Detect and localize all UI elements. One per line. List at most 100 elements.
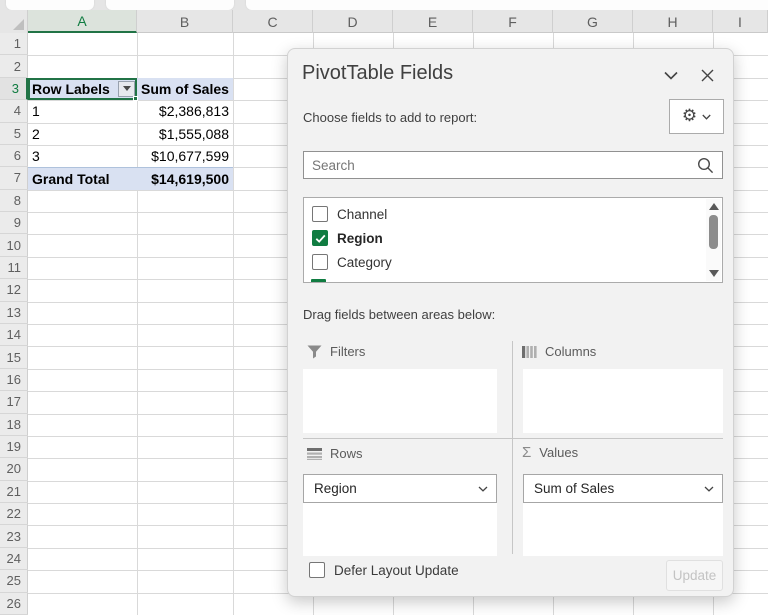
- panel-title: PivotTable Fields: [302, 62, 453, 85]
- column-header-A[interactable]: A: [28, 10, 137, 33]
- funnel-icon: [307, 345, 322, 359]
- row-header-14[interactable]: 14: [0, 324, 28, 346]
- field-item-label: Region: [337, 231, 383, 246]
- rows-icon: [307, 448, 322, 460]
- row-header-8[interactable]: 8: [0, 190, 28, 212]
- pivot-row-label[interactable]: 2: [28, 123, 137, 145]
- checkbox-checked-icon[interactable]: [312, 230, 328, 246]
- row-labels-filter-button[interactable]: [118, 81, 135, 97]
- pivot-grand-total-value[interactable]: $14,619,500: [137, 167, 233, 189]
- row-header-1[interactable]: 1: [0, 33, 28, 55]
- chevron-down-icon: [664, 71, 678, 80]
- row-header-5[interactable]: 5: [0, 123, 28, 145]
- column-header-I[interactable]: I: [713, 10, 768, 33]
- row-header-9[interactable]: 9: [0, 212, 28, 234]
- row-header-10[interactable]: 10: [0, 234, 28, 256]
- columns-drop-area[interactable]: [523, 369, 723, 433]
- row-header-25[interactable]: 25: [0, 570, 28, 592]
- scrollbar-thumb[interactable]: [709, 215, 718, 249]
- choose-fields-label: Choose fields to add to report:: [303, 110, 477, 125]
- row-header-17[interactable]: 17: [0, 391, 28, 413]
- chevron-down-icon: [704, 486, 714, 492]
- pivot-row-value[interactable]: $1,555,088: [137, 123, 233, 145]
- row-header-24[interactable]: 24: [0, 548, 28, 570]
- row-header-16[interactable]: 16: [0, 369, 28, 391]
- filter-caret-icon: [123, 86, 131, 91]
- areas-horizontal-divider: [303, 438, 723, 439]
- field-list[interactable]: Category Region Channel: [303, 197, 723, 283]
- field-item-category[interactable]: Category: [304, 250, 702, 274]
- row-header-11[interactable]: 11: [0, 257, 28, 279]
- filters-drop-area[interactable]: [303, 369, 497, 433]
- pivot-header-row-labels[interactable]: Row Labels: [28, 78, 137, 100]
- row-header-20[interactable]: 20: [0, 458, 28, 480]
- update-button[interactable]: Update: [666, 560, 723, 591]
- column-header-F[interactable]: F: [473, 10, 553, 33]
- pivot-row-label[interactable]: 3: [28, 145, 137, 167]
- scroll-down-icon[interactable]: [709, 270, 719, 277]
- checkbox-icon[interactable]: [312, 206, 328, 222]
- areas-vertical-divider: [512, 341, 513, 554]
- field-item-region[interactable]: Region: [304, 226, 702, 250]
- row-header-12[interactable]: 12: [0, 279, 28, 301]
- close-icon: [701, 69, 714, 82]
- column-header-G[interactable]: G: [553, 10, 633, 33]
- gear-icon: ⚙: [682, 108, 697, 125]
- field-item-channel[interactable]: Channel: [304, 202, 702, 226]
- chevron-down-icon: [702, 114, 711, 120]
- pivot-grand-total-label[interactable]: Grand Total: [28, 167, 137, 189]
- sigma-icon: Σ: [522, 445, 531, 460]
- tools-button[interactable]: ⚙: [669, 99, 724, 134]
- row-header-13[interactable]: 13: [0, 302, 28, 324]
- checkbox-icon[interactable]: [312, 254, 328, 270]
- column-header-row: ABCDEFGHI: [0, 10, 768, 33]
- chevron-down-icon: [478, 486, 488, 492]
- row-header-19[interactable]: 19: [0, 436, 28, 458]
- column-header-E[interactable]: E: [393, 10, 473, 33]
- defer-layout-row: Defer Layout Update: [309, 562, 459, 578]
- row-header-6[interactable]: 6: [0, 145, 28, 167]
- rows-area-label: Rows: [307, 446, 363, 461]
- select-all-corner[interactable]: [0, 10, 28, 33]
- row-header-7[interactable]: 7: [0, 167, 28, 189]
- values-area-label: Σ Values: [522, 445, 578, 460]
- pivottable-fields-panel: PivotTable Fields Choose fields to add t…: [287, 48, 734, 597]
- field-list-scrollbar[interactable]: [706, 199, 721, 281]
- row-header-3[interactable]: 3: [0, 78, 28, 100]
- pivot-header-sum-of-sales[interactable]: Sum of Sales: [137, 78, 233, 100]
- columns-area-label: Columns: [522, 344, 596, 359]
- row-header-4[interactable]: 4: [0, 100, 28, 122]
- column-header-B[interactable]: B: [137, 10, 233, 33]
- values-field-sum-of-sales[interactable]: Sum of Sales: [523, 474, 723, 503]
- search-box: [303, 151, 723, 179]
- pivot-row-label[interactable]: 1: [28, 100, 137, 122]
- row-header-26[interactable]: 26: [0, 593, 28, 615]
- search-input[interactable]: [304, 158, 697, 173]
- defer-checkbox[interactable]: [309, 562, 325, 578]
- row-number-column: 1234567891011121314151617181920212223242…: [0, 33, 28, 615]
- field-item-label: Channel: [337, 207, 387, 222]
- search-icon[interactable]: [697, 157, 714, 174]
- row-header-15[interactable]: 15: [0, 346, 28, 368]
- columns-icon: [522, 346, 537, 358]
- panel-options-button[interactable]: [660, 64, 682, 86]
- drag-hint-label: Drag fields between areas below:: [303, 307, 495, 322]
- pivot-row-value[interactable]: $10,677,599: [137, 145, 233, 167]
- filters-area-label: Filters: [307, 344, 365, 359]
- column-header-H[interactable]: H: [633, 10, 713, 33]
- rows-field-region[interactable]: Region: [303, 474, 497, 503]
- column-header-C[interactable]: C: [233, 10, 313, 33]
- row-header-22[interactable]: 22: [0, 503, 28, 525]
- field-item-label: Category: [337, 255, 392, 270]
- row-header-2[interactable]: 2: [0, 55, 28, 77]
- excel-window: Row LabelsSum of Sales1$2,386,8132$1,555…: [0, 0, 768, 615]
- panel-close-button[interactable]: [696, 64, 718, 86]
- scroll-up-icon[interactable]: [709, 203, 719, 210]
- defer-label: Defer Layout Update: [334, 563, 459, 578]
- row-header-23[interactable]: 23: [0, 525, 28, 547]
- pivot-row-value[interactable]: $2,386,813: [137, 100, 233, 122]
- column-header-D[interactable]: D: [313, 10, 393, 33]
- row-header-21[interactable]: 21: [0, 481, 28, 503]
- row-header-18[interactable]: 18: [0, 414, 28, 436]
- field-item-partial: [311, 279, 326, 282]
